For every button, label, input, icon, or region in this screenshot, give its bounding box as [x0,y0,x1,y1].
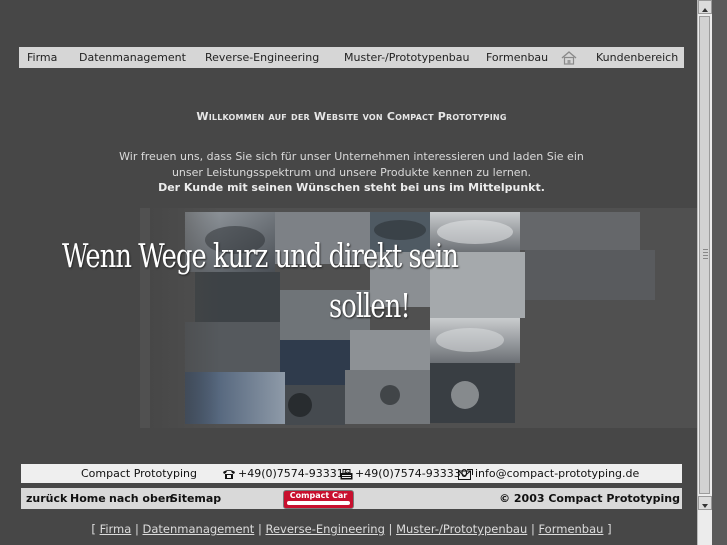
logo-text: Compact Car [289,491,348,500]
footer-link-muster-prototypenbau[interactable]: Muster-/Prototypenbau [396,522,527,536]
email-contact[interactable]: info@compact-prototyping.de [458,467,639,480]
arrow-up-icon [702,8,708,12]
footer-separator: | [530,522,535,536]
back-link[interactable]: zurück [26,492,67,505]
vertical-scrollbar[interactable] [697,0,712,545]
nav-item-firma[interactable]: Firma [27,51,57,64]
welcome-heading: Willkommen auf der Website von Compact P… [196,110,507,123]
copyright-text: © 2003 Compact Prototyping [499,492,680,505]
window-edge [712,0,727,545]
nav-item-muster-prototypenbau[interactable]: Muster-/Prototypenbau [344,51,470,64]
sitemap-link[interactable]: Sitemap [170,492,221,505]
telephone-icon [223,469,235,479]
footer-links: [ Firma | Datenmanagement | Reverse-Engi… [0,522,703,536]
contact-bar: Compact Prototyping +49(0)7574-933316 +4… [21,464,682,483]
scroll-up-arrow[interactable] [698,0,712,14]
footer-separator: | [134,522,139,536]
back-to-top-link[interactable]: nach oben [109,492,173,505]
house-icon[interactable] [561,50,577,65]
email-address[interactable]: info@compact-prototyping.de [475,467,639,480]
nav-item-formenbau[interactable]: Formenbau [486,51,548,64]
phone-contact: +49(0)7574-933316 [222,467,351,480]
intro-line-2: unser Leistungsspektrum und unsere Produ… [171,165,532,179]
footer-link-reverse-engineering[interactable]: Reverse-Engineering [266,522,385,536]
scroll-down-arrow[interactable] [698,496,712,510]
slogan-line-1: Wenn Wege kurz und direkt sein [62,236,459,275]
footer-link-formenbau[interactable]: Formenbau [538,522,603,536]
nav-item-reverse-engineering[interactable]: Reverse-Engineering [205,51,319,64]
main-navigation: Firma Datenmanagement Reverse-Engineerin… [19,47,684,68]
footer-separator: | [257,522,262,536]
fax-contact: +49(0)7574-933330 [340,467,468,480]
intro-line-1: Wir freuen uns, dass Sie sich für unser … [119,150,584,163]
compact-car-logo[interactable]: Compact Car [283,490,354,509]
home-link[interactable]: Home [70,492,106,505]
footer-separator: | [388,522,393,536]
fax-number: +49(0)7574-933330 [355,467,468,480]
intro-text: Wir freuen uns, dass Sie sich für unser … [110,149,593,196]
bottom-navigation: zurück Home nach oben Sitemap Compact Ca… [21,488,682,509]
phone-number: +49(0)7574-933316 [238,467,351,480]
intro-line-3: Der Kunde mit seinen Wünschen steht bei … [158,181,545,194]
footer-link-datenmanagement[interactable]: Datenmanagement [143,522,255,536]
logo-stripe [287,501,350,505]
slogan-line-2: sollen! [329,286,411,325]
footer-bracket-close: ] [607,522,612,536]
nav-item-kundenbereich[interactable]: Kundenbereich [596,51,678,64]
footer-bracket-open: [ [91,522,96,536]
nav-item-datenmanagement[interactable]: Datenmanagement [79,51,186,64]
mail-icon [458,468,473,480]
arrow-down-icon [702,504,708,508]
scroll-thumb[interactable] [699,16,710,494]
fax-icon [340,468,353,479]
footer-link-firma[interactable]: Firma [100,522,132,536]
company-name: Compact Prototyping [81,467,198,480]
